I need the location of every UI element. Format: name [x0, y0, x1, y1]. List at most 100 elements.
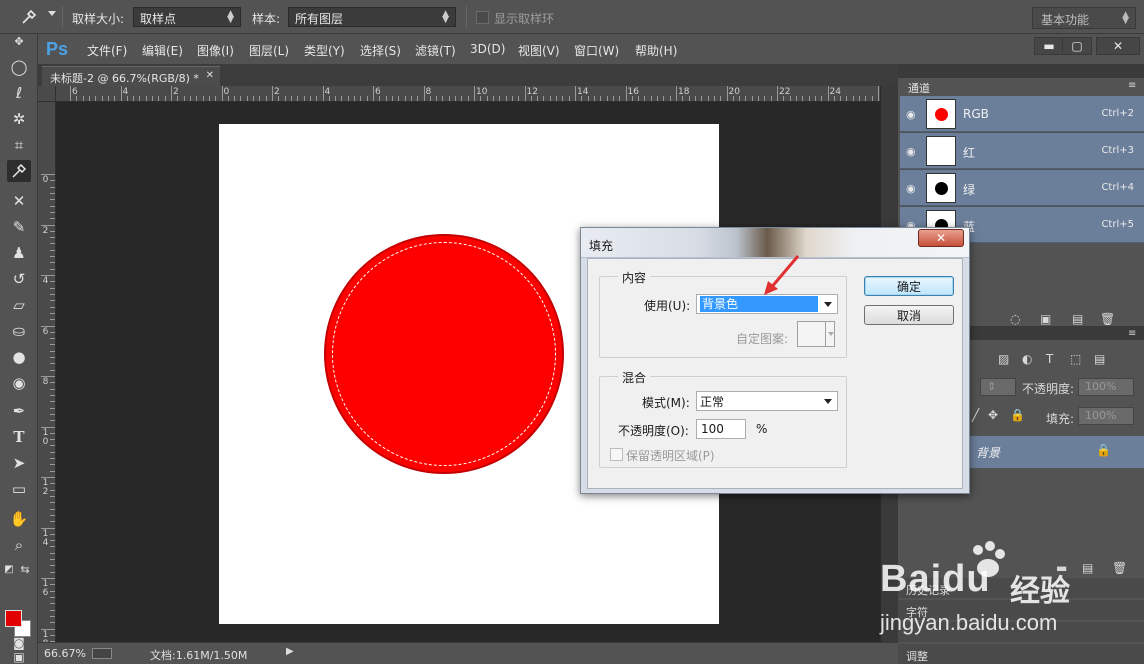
ruler-minor-tick	[227, 96, 229, 101]
crop-icon[interactable]: ⌗	[7, 134, 31, 156]
default-colors-icon[interactable]: ◩	[2, 558, 16, 580]
ruler-minor-tick	[739, 96, 741, 101]
pen-icon[interactable]: ✒	[7, 400, 31, 422]
ruler-minor-tick	[50, 533, 55, 535]
foreground-color-swatch[interactable]	[5, 610, 22, 627]
lock-pixels-icon[interactable]: ╱	[972, 408, 979, 422]
use-select[interactable]: 背景色	[696, 294, 838, 314]
healing-brush-icon[interactable]: ✕	[7, 190, 31, 212]
lock-all-icon[interactable]: 🔒	[1010, 408, 1025, 422]
ruler-minor-tick	[720, 96, 722, 101]
ruler-minor-tick	[328, 96, 330, 101]
layer-fill-input[interactable]: 100%	[1078, 407, 1134, 425]
document-tab[interactable]: 未标题-2 @ 66.7%(RGB/8) * ✕	[42, 66, 220, 86]
history-brush-icon[interactable]: ↺	[7, 268, 31, 290]
menu-file[interactable]: 文件(F)	[87, 42, 127, 59]
mode-select[interactable]: 正常	[696, 391, 838, 411]
filter-smart-icon[interactable]: ▤	[1094, 352, 1105, 366]
ruler-minor-tick	[50, 464, 55, 466]
move-tool-icon[interactable]: ✥	[7, 34, 31, 48]
minimize-button[interactable]: ▬	[1034, 37, 1064, 55]
preserve-transparency-checkbox[interactable]	[610, 448, 623, 461]
paint-bucket-icon[interactable]: ⛀	[7, 320, 31, 342]
ruler-minor-tick	[663, 96, 665, 101]
blend-mode-select[interactable]: ⇕	[980, 378, 1016, 396]
menu-layer[interactable]: 图层(L)	[249, 42, 289, 59]
menu-3d[interactable]: 3D(D)	[470, 42, 505, 56]
lock-position-icon[interactable]: ✥	[988, 408, 998, 422]
tool-preset-caret-icon[interactable]	[48, 11, 56, 16]
maximize-button[interactable]: ▢	[1062, 37, 1092, 55]
ruler-minor-tick	[789, 96, 791, 101]
opacity-input[interactable]: 100	[696, 419, 746, 439]
layers-panel-menu-icon[interactable]: ≡	[1128, 328, 1136, 339]
eyedropper-icon[interactable]	[20, 8, 42, 26]
menu-image[interactable]: 图像(I)	[197, 42, 234, 59]
close-tab-icon[interactable]: ✕	[206, 70, 214, 81]
custom-pattern-label: 自定图案:	[736, 332, 789, 346]
menu-select[interactable]: 选择(S)	[360, 42, 401, 59]
ruler-minor-tick	[88, 96, 90, 101]
channel-row-red[interactable]: ◉ 红 Ctrl+3	[900, 133, 1144, 169]
swap-colors-icon[interactable]: ⇆	[18, 558, 32, 580]
close-window-button[interactable]: ✕	[1096, 37, 1140, 55]
filter-type-icon[interactable]: T	[1046, 352, 1053, 366]
clone-stamp-icon[interactable]: ♟	[7, 242, 31, 264]
zoom-icon[interactable]: ⌕	[7, 534, 31, 556]
filter-adjust-icon[interactable]: ◐	[1022, 352, 1032, 366]
quick-mask-mode-icon[interactable]: ◙	[7, 632, 31, 654]
elliptical-marquee-icon[interactable]: ◯	[7, 56, 31, 78]
ruler-minor-tick	[126, 96, 128, 101]
menu-view[interactable]: 视图(V)	[518, 42, 560, 59]
ruler-minor-tick	[50, 559, 55, 561]
layer-opacity-input[interactable]: 100%	[1078, 378, 1134, 396]
new-channel-icon[interactable]: ▤	[1072, 312, 1083, 326]
brush-icon[interactable]: ✎	[7, 216, 31, 238]
load-selection-icon[interactable]: ◌	[1010, 312, 1020, 326]
ruler-major-tick	[625, 86, 627, 101]
vertical-ruler[interactable]: 0 2 4 6 8 10 12 14 16 18	[38, 102, 56, 642]
workspace-select[interactable]: 基本功能 ▲ ▼	[1032, 7, 1136, 29]
channel-row-green[interactable]: ◉ 绿 Ctrl+4	[900, 170, 1144, 206]
type-tool-icon[interactable]: T	[7, 426, 31, 448]
zoom-readout[interactable]: 66.67%	[44, 647, 86, 660]
cancel-button[interactable]: 取消	[864, 305, 954, 325]
hand-icon[interactable]: ✋	[7, 508, 31, 530]
eraser-icon[interactable]: ▱	[7, 294, 31, 316]
ok-button[interactable]: 确定	[864, 276, 954, 296]
show-sampling-ring-checkbox[interactable]	[476, 11, 489, 24]
magic-wand-icon[interactable]: ✲	[7, 108, 31, 130]
visibility-eye-icon[interactable]: ◉	[906, 145, 916, 158]
channel-row-rgb[interactable]: ◉ RGB Ctrl+2	[900, 96, 1144, 132]
menu-type[interactable]: 类型(Y)	[304, 42, 345, 59]
eyedropper-tool-icon[interactable]	[7, 160, 31, 182]
path-selection-icon[interactable]: ➤	[7, 452, 31, 474]
menu-window[interactable]: 窗口(W)	[574, 42, 619, 59]
ruler-origin[interactable]	[38, 86, 56, 102]
ruler-minor-tick	[593, 96, 595, 101]
menu-filter[interactable]: 滤镜(T)	[415, 42, 456, 59]
menu-help[interactable]: 帮助(H)	[635, 42, 677, 59]
horizontal-ruler[interactable]: 6420246810121416182022242	[56, 86, 880, 102]
sample-size-select[interactable]: 取样点 ▲ ▼	[133, 7, 241, 27]
filter-pixel-icon[interactable]: ▨	[998, 352, 1009, 366]
status-bar: 66.67% 文档:1.61M/1.50M ▶	[38, 642, 898, 664]
dodge-icon[interactable]: ◉	[7, 372, 31, 394]
panel-menu-icon[interactable]: ≡	[1128, 80, 1136, 91]
lasso-icon[interactable]: ℓ	[7, 82, 31, 104]
blur-icon[interactable]: ●	[7, 346, 31, 368]
visibility-eye-icon[interactable]: ◉	[906, 108, 916, 121]
delete-channel-icon[interactable]: 🗑	[1100, 312, 1115, 326]
channels-tab[interactable]: 通道	[900, 78, 938, 96]
sample-select[interactable]: 所有图层 ▲ ▼	[288, 7, 456, 27]
dialog-close-button[interactable]: ✕	[918, 229, 964, 247]
ruler-minor-tick	[840, 96, 842, 101]
save-selection-icon[interactable]: ▣	[1040, 312, 1051, 326]
status-menu-arrow-icon[interactable]: ▶	[286, 646, 294, 657]
visibility-eye-icon[interactable]: ◉	[906, 182, 916, 195]
rectangle-icon[interactable]: ▭	[7, 478, 31, 500]
filter-shape-icon[interactable]: ⬚	[1070, 352, 1081, 366]
ruler-major-tick	[171, 86, 172, 101]
menu-edit[interactable]: 编辑(E)	[142, 42, 183, 59]
ruler-minor-tick	[657, 96, 659, 101]
